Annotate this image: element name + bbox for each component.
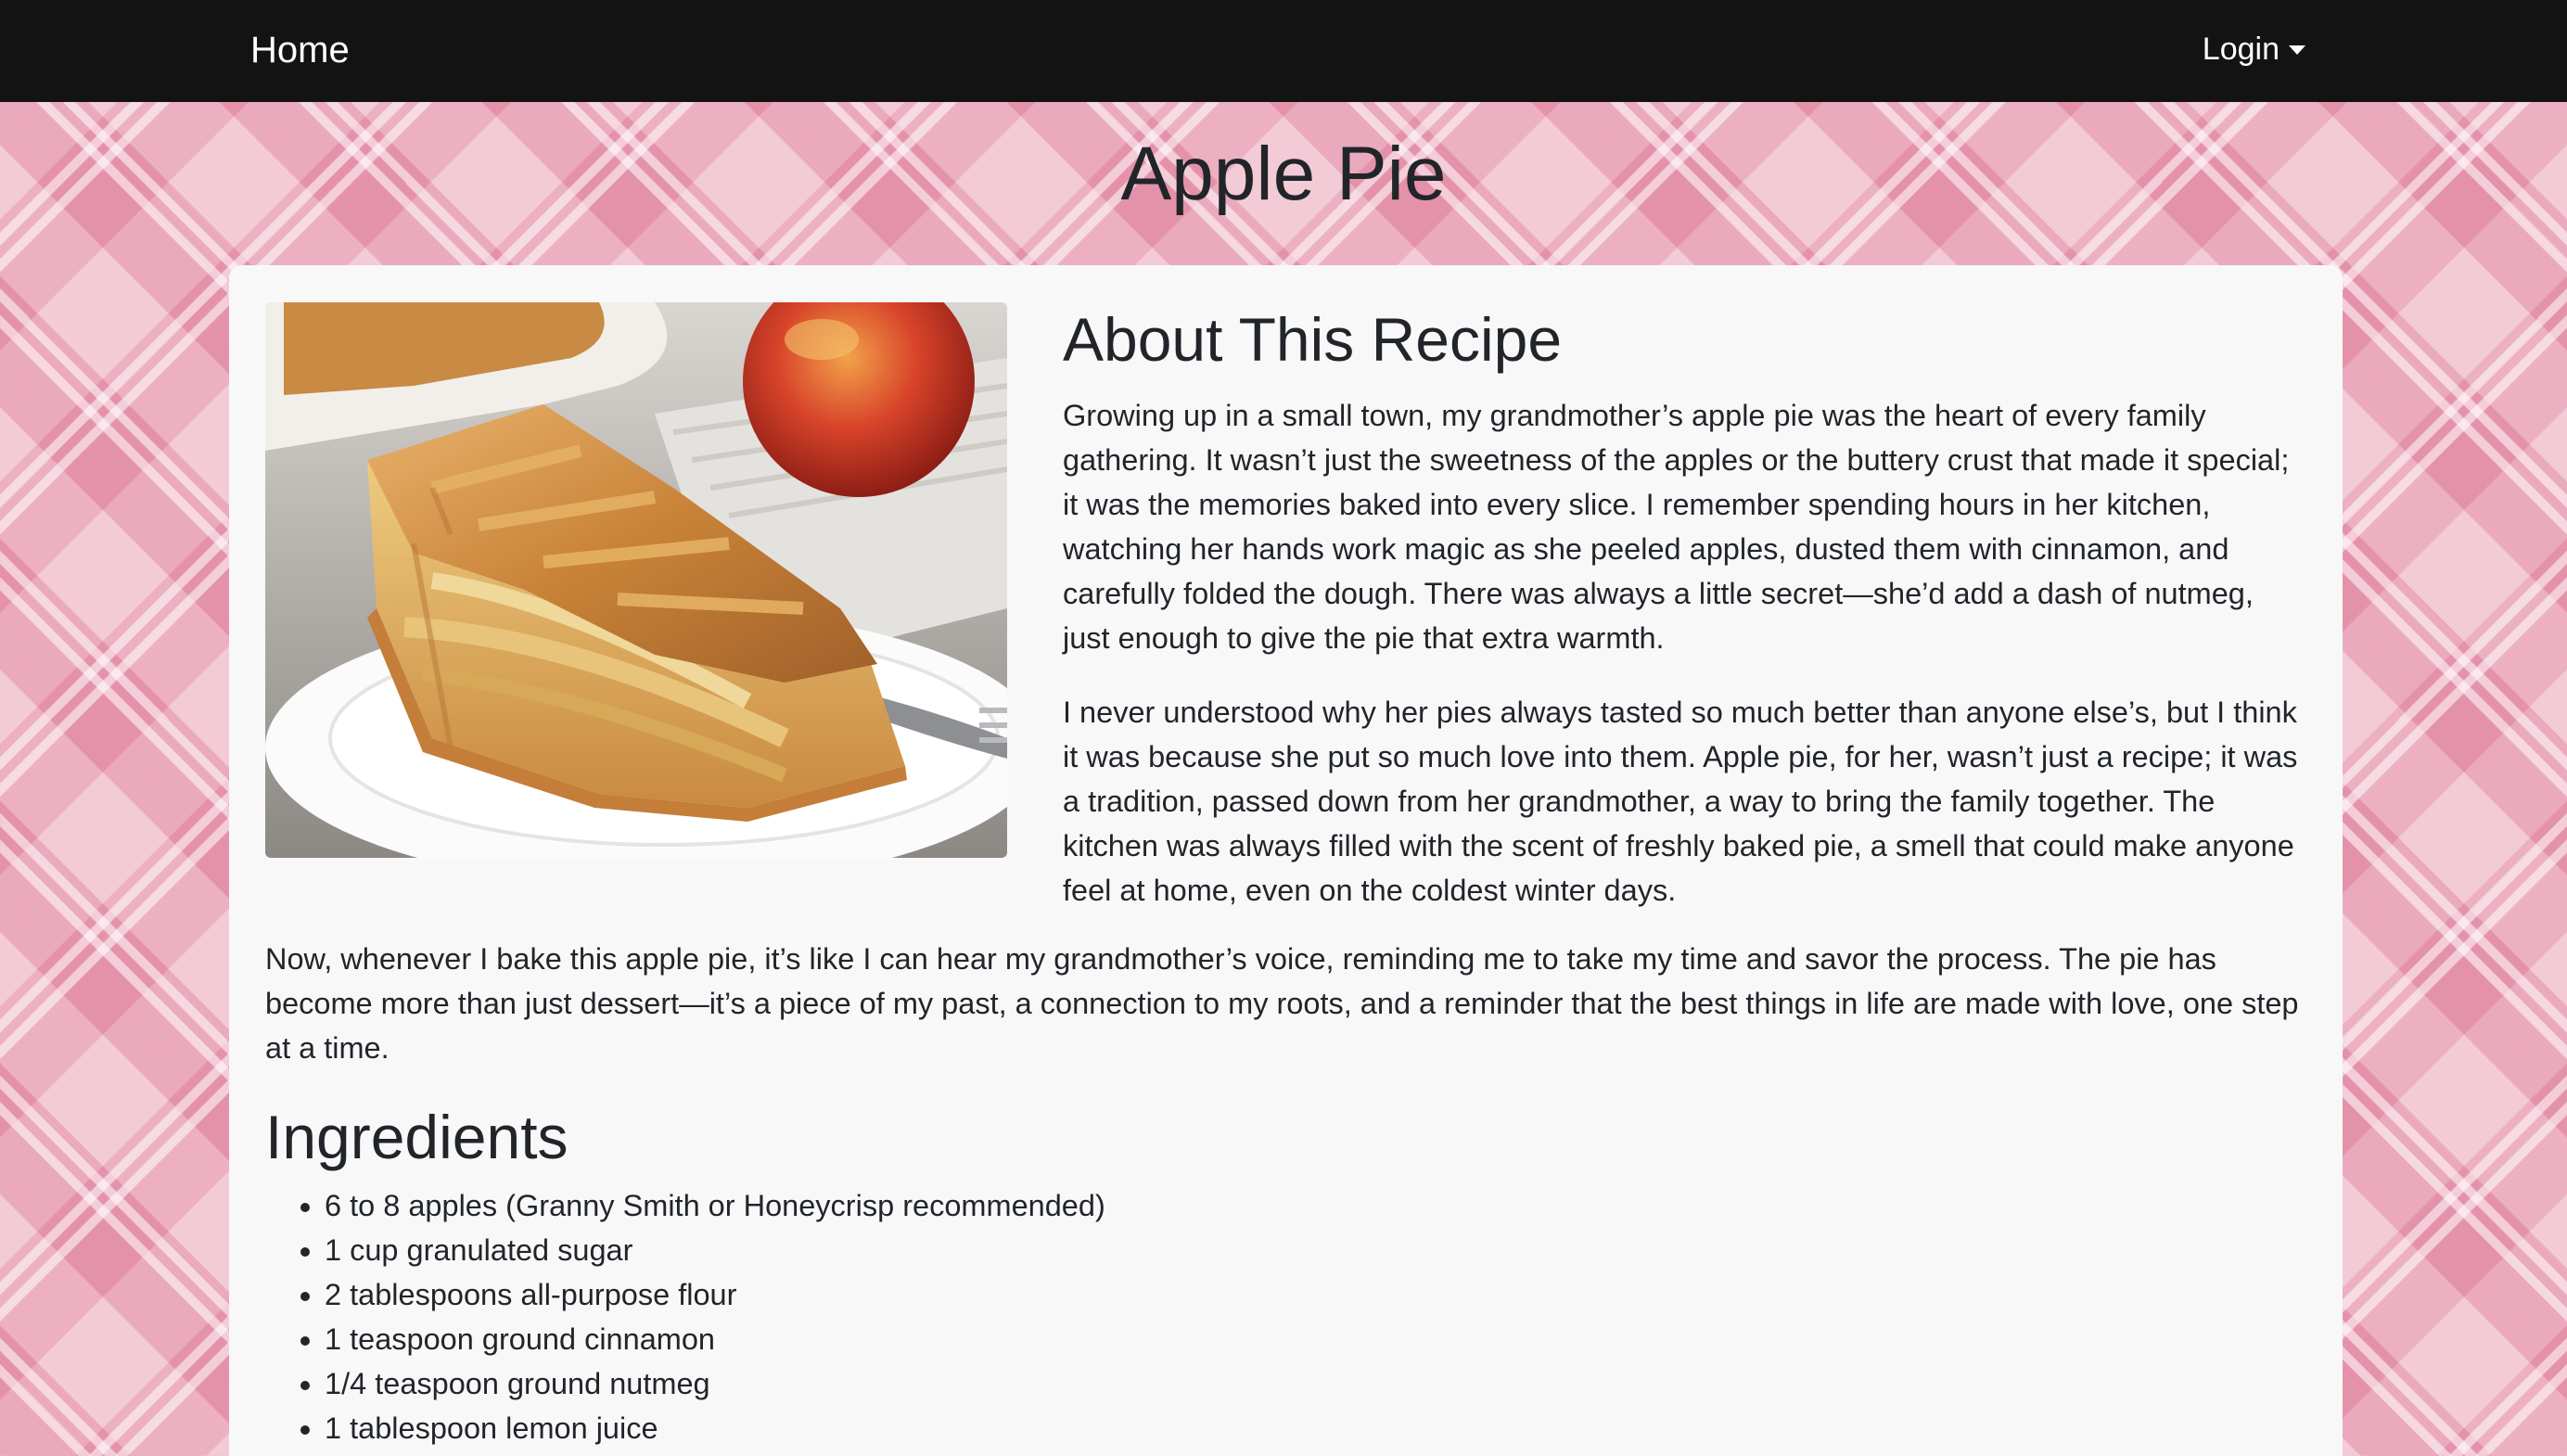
about-paragraph-1: Growing up in a small town, my grandmoth…: [1063, 399, 2290, 655]
nav-home-link[interactable]: Home: [250, 24, 350, 76]
about-paragraph-3: Now, whenever I bake this apple pie, it’…: [265, 942, 2299, 1065]
recipe-image: [265, 302, 1007, 858]
ingredient-item: 1 teaspoon ground cinnamon: [325, 1317, 1105, 1361]
about-heading: About This Recipe: [1063, 305, 1563, 374]
login-dropdown[interactable]: Login: [2203, 26, 2305, 72]
ingredient-item: 1 cup granulated sugar: [325, 1228, 1105, 1272]
recipe-card: About This Recipe Growing up in a small …: [229, 265, 2343, 1456]
caret-down-icon: [2289, 45, 2305, 55]
page-title: Apple Pie: [1120, 132, 1447, 216]
about-section: About This Recipe Growing up in a small …: [1063, 302, 2305, 913]
ingredient-item: 6 to 8 apples (Granny Smith or Honeycris…: [325, 1183, 1105, 1228]
login-label: Login: [2202, 32, 2280, 67]
top-navbar: Home Login: [0, 0, 2567, 102]
ingredient-item: 1/4 teaspoon ground nutmeg: [325, 1361, 1105, 1406]
ingredients-list: 6 to 8 apples (Granny Smith or Honeycris…: [265, 1183, 1105, 1450]
ingredients-heading: Ingredients: [265, 1103, 568, 1171]
ingredient-item: 2 tablespoons all-purpose flour: [325, 1272, 1105, 1317]
ingredient-item: 1 tablespoon lemon juice: [325, 1406, 1105, 1450]
about-paragraph-2: I never understood why her pies always t…: [1063, 696, 2298, 907]
